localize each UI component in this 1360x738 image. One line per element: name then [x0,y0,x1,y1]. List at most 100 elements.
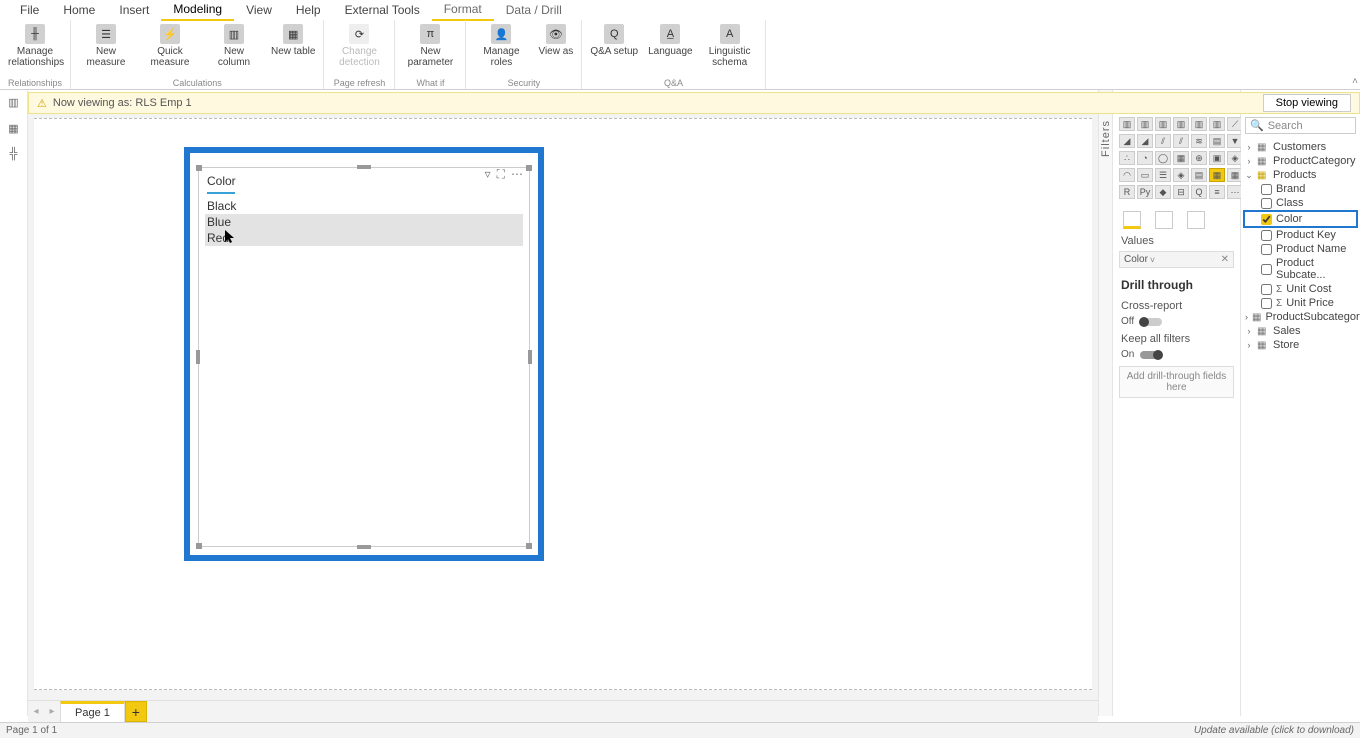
page-tab-1[interactable]: Page 1 [60,701,125,722]
field-dropdown-icon[interactable]: ˅ [1150,255,1155,265]
tab-file[interactable]: File [8,0,51,20]
filter-icon[interactable]: ▿ [485,167,491,182]
field-brand[interactable]: Brand [1243,182,1358,196]
field-productname[interactable]: Product Name [1243,242,1358,256]
new-column-button[interactable]: ▥New column [203,22,265,70]
resize-handle-tr[interactable] [526,165,532,171]
page-next-button[interactable]: ▸ [44,701,60,722]
tab-view[interactable]: View [234,0,284,20]
tab-insert[interactable]: Insert [107,0,161,20]
filters-pane-collapsed[interactable]: ‹ Filters [1099,90,1113,716]
linguistic-schema-button[interactable]: ALinguistic schema [699,22,761,70]
viz-scatter[interactable]: ∴ [1119,151,1135,165]
viz-filled-map[interactable]: ▣ [1209,151,1225,165]
tab-external-tools[interactable]: External Tools [333,0,432,20]
viz-narrative[interactable]: ≡ [1209,185,1225,199]
table-customers[interactable]: ›▦Customers [1243,140,1358,154]
viz-ribbon[interactable]: ≋ [1191,134,1207,148]
page-prev-button[interactable]: ◂ [28,701,44,722]
viz-treemap[interactable]: ▦ [1173,151,1189,165]
language-button[interactable]: A̲Language [644,22,697,59]
resize-handle-tl[interactable] [196,165,202,171]
field-checkbox[interactable] [1261,298,1272,309]
analytics-mode-icon[interactable] [1187,211,1205,229]
tab-modeling[interactable]: Modeling [161,0,234,21]
resize-handle-top[interactable] [357,165,371,169]
table-products[interactable]: ⌄▦Products [1243,168,1358,182]
viz-py[interactable]: Py [1137,185,1153,199]
viz-pie[interactable]: ◔ [1137,151,1153,165]
viz-stacked-bar[interactable]: ▥ [1119,117,1135,131]
viz-gauge[interactable]: ◠ [1119,168,1135,182]
more-options-icon[interactable]: ⋯ [511,167,523,182]
field-productkey[interactable]: Product Key [1243,228,1358,242]
report-page[interactable]: ▿ ⛶ ⋯ Color Black Blue Red [34,118,1092,690]
field-checkbox[interactable] [1261,184,1272,195]
visual-column-header[interactable]: Color [199,168,529,192]
viz-multi-card[interactable]: ☰ [1155,168,1171,182]
field-productsubcat[interactable]: Product Subcate... [1243,256,1358,282]
resize-handle-left[interactable] [196,350,200,364]
field-checkbox[interactable] [1261,214,1272,225]
resize-handle-bl[interactable] [196,543,202,549]
viz-100-bar[interactable]: ▥ [1191,117,1207,131]
viz-clustered-column[interactable]: ▥ [1173,117,1189,131]
viz-stacked-area[interactable]: ◢ [1137,134,1153,148]
format-mode-icon[interactable] [1155,211,1173,229]
viz-slicer[interactable]: ▤ [1191,168,1207,182]
table-row[interactable]: Red [205,230,523,246]
viz-line-col2[interactable]: ⫽ [1173,134,1189,148]
qa-setup-button[interactable]: QQ&A setup [586,22,642,59]
viz-waterfall[interactable]: ▤ [1209,134,1225,148]
viz-kpi[interactable]: ◈ [1173,168,1189,182]
viz-table[interactable]: ▦ [1209,168,1225,182]
field-unitprice[interactable]: ΣUnit Price [1243,296,1358,310]
stop-viewing-button[interactable]: Stop viewing [1263,94,1351,112]
manage-roles-button[interactable]: 👤Manage roles [470,22,532,70]
status-update-link[interactable]: Update available (click to download) [1194,725,1354,736]
viz-line-col[interactable]: ⫽ [1155,134,1171,148]
viz-map[interactable]: ⊕ [1191,151,1207,165]
viz-area[interactable]: ◢ [1119,134,1135,148]
manage-relationships-button[interactable]: ╫ Manage relationships [4,22,66,70]
field-color[interactable]: Color [1243,210,1358,228]
viz-clustered-bar[interactable]: ▥ [1155,117,1171,131]
viz-donut[interactable]: ◯ [1155,151,1171,165]
quick-measure-button[interactable]: ⚡Quick measure [139,22,201,70]
viz-r[interactable]: R [1119,185,1135,199]
field-checkbox[interactable] [1261,198,1272,209]
table-store[interactable]: ›▦Store [1243,338,1358,352]
field-checkbox[interactable] [1261,244,1272,255]
add-page-button[interactable]: + [125,701,147,722]
data-view-button[interactable]: ▦ [5,120,23,136]
ribbon-collapse-icon[interactable]: ˄ [1352,76,1358,87]
table-productsubcategory[interactable]: ›▦ProductSubcategory [1243,310,1358,324]
field-unitcost[interactable]: ΣUnit Cost [1243,282,1358,296]
fields-mode-icon[interactable] [1123,211,1141,229]
resize-handle-br[interactable] [526,543,532,549]
view-as-button[interactable]: 👁View as [534,22,577,59]
viz-decomp[interactable]: ⊟ [1173,185,1189,199]
values-field-well[interactable]: Color ˅ ✕ [1119,251,1234,268]
field-checkbox[interactable] [1261,264,1272,275]
viz-stacked-column[interactable]: ▥ [1137,117,1153,131]
resize-handle-right[interactable] [528,350,532,364]
field-checkbox[interactable] [1261,284,1272,295]
tab-data-drill[interactable]: Data / Drill [494,0,574,20]
viz-key-influencers[interactable]: ◆ [1155,185,1171,199]
new-measure-button[interactable]: ☰New measure [75,22,137,70]
field-remove-icon[interactable]: ✕ [1221,254,1229,265]
table-visual-selected[interactable]: ▿ ⛶ ⋯ Color Black Blue Red [184,147,544,561]
field-checkbox[interactable] [1261,230,1272,241]
drillthrough-field-well[interactable]: Add drill-through fields here [1119,366,1234,398]
fields-search-input[interactable]: 🔍 Search [1245,117,1356,134]
new-table-button[interactable]: ▦New table [267,22,319,59]
viz-qa[interactable]: Q [1191,185,1207,199]
resize-handle-bottom[interactable] [357,545,371,549]
tab-help[interactable]: Help [284,0,333,20]
field-class[interactable]: Class [1243,196,1358,210]
table-row[interactable]: Black [205,198,523,214]
table-row[interactable]: Blue [205,214,523,230]
focus-mode-icon[interactable]: ⛶ [497,167,505,182]
viz-100-column[interactable]: ▥ [1209,117,1225,131]
